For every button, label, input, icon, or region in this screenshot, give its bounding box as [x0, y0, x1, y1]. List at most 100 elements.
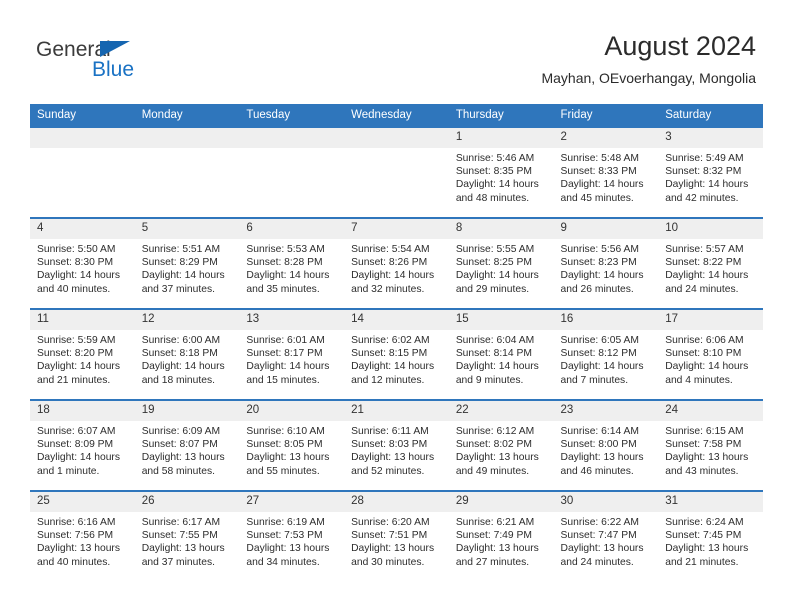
day-details	[135, 148, 240, 152]
sunrise-text: Sunrise: 6:15 AM	[665, 426, 744, 437]
calendar-day-cell[interactable]: 28 Sunrise: 6:20 AM Sunset: 7:51 PM Dayligh…	[344, 490, 449, 581]
weekday-header-row: Sunday Monday Tuesday Wednesday Thursday Frid…	[30, 104, 763, 127]
sunset-text: Sunset: 8:14 PM	[455, 348, 532, 360]
calendar-day-cell[interactable]: 23 Sunrise: 6:14 AM Sunset: 8:00 PM Dayligh…	[553, 399, 659, 491]
daylight-text-cont: and 12 minutes.	[351, 374, 425, 386]
calendar-day-cell[interactable]: 4 Sunrise: 5:50 AM Sunset: 8:30 PM Daylight…	[30, 217, 135, 309]
day-cell-inner: 6 Sunrise: 5:53 AM Sunset: 8:28 PM Daylight…	[239, 219, 345, 306]
day-cell-inner: 14 Sunrise: 6:02 AM Sunset: 8:15 PM Dayligh…	[344, 310, 449, 397]
calendar-day-cell[interactable]: 29 Sunrise: 6:21 AM Sunset: 7:49 PM Dayligh…	[448, 490, 554, 581]
day-details: Sunrise: 6:07 AM Sunset: 8:09 PM Daylight:…	[30, 421, 135, 478]
sunset-text: Sunset: 7:47 PM	[560, 530, 637, 542]
calendar-empty-cell	[30, 126, 135, 218]
day-details: Sunrise: 6:22 AM Sunset: 7:47 PM Daylight:…	[554, 512, 659, 569]
calendar-day-cell[interactable]: 6 Sunrise: 5:53 AM Sunset: 8:28 PM Daylight…	[239, 217, 345, 309]
day-number	[30, 128, 135, 148]
day-details: Sunrise: 5:55 AM Sunset: 8:25 PM Daylight:…	[449, 239, 554, 296]
day-cell-inner: 2 Sunrise: 5:48 AM Sunset: 8:33 PM Daylight…	[553, 128, 659, 215]
calendar-day-cell[interactable]: 9 Sunrise: 5:56 AM Sunset: 8:23 PM Daylight…	[553, 217, 659, 309]
day-cell-inner: 31 Sunrise: 6:24 AM Sunset: 7:45 PM Dayligh…	[658, 492, 763, 579]
daylight-text-cont: and 55 minutes.	[246, 465, 320, 477]
daylight-text-cont: and 52 minutes.	[351, 465, 425, 477]
day-number: 26	[134, 492, 240, 512]
day-number: 2	[553, 128, 659, 148]
day-details: Sunrise: 6:19 AM Sunset: 7:53 PM Daylight:…	[239, 512, 344, 569]
daylight-text: Daylight: 14 hours	[455, 270, 539, 282]
daylight-text: Daylight: 14 hours	[351, 361, 435, 373]
day-cell-inner: 17 Sunrise: 6:06 AM Sunset: 8:10 PM Dayligh…	[658, 310, 763, 397]
calendar-day-cell[interactable]: 30 Sunrise: 6:22 AM Sunset: 7:47 PM Dayligh…	[553, 490, 659, 581]
calendar-day-cell[interactable]: 15 Sunrise: 6:04 AM Sunset: 8:14 PM Dayligh…	[448, 308, 554, 400]
calendar-day-cell[interactable]: 3 Sunrise: 5:49 AM Sunset: 8:32 PM Daylight…	[658, 126, 763, 218]
weekday-header-saturday: Saturday	[658, 104, 763, 127]
sunset-text: Sunset: 7:53 PM	[246, 530, 323, 542]
day-details: Sunrise: 6:01 AM Sunset: 8:17 PM Daylight:…	[239, 330, 344, 387]
calendar-day-cell[interactable]: 21 Sunrise: 6:11 AM Sunset: 8:03 PM Dayligh…	[344, 399, 449, 491]
daylight-text-cont: and 24 minutes.	[560, 556, 634, 568]
daylight-text: Daylight: 14 hours	[246, 361, 330, 373]
calendar-day-cell[interactable]: 16 Sunrise: 6:05 AM Sunset: 8:12 PM Dayligh…	[553, 308, 659, 400]
day-details: Sunrise: 6:06 AM Sunset: 8:10 PM Daylight:…	[658, 330, 763, 387]
calendar-day-cell[interactable]: 20 Sunrise: 6:10 AM Sunset: 8:05 PM Dayligh…	[239, 399, 345, 491]
daylight-text-cont: and 35 minutes.	[246, 283, 320, 295]
calendar-day-cell[interactable]: 17 Sunrise: 6:06 AM Sunset: 8:10 PM Dayligh…	[658, 308, 763, 400]
daylight-text: Daylight: 13 hours	[351, 543, 435, 555]
day-cell-inner: 3 Sunrise: 5:49 AM Sunset: 8:32 PM Daylight…	[658, 128, 763, 215]
calendar-day-cell[interactable]: 5 Sunrise: 5:51 AM Sunset: 8:29 PM Daylight…	[134, 217, 240, 309]
daylight-text-cont: and 42 minutes.	[665, 192, 739, 204]
sunrise-text: Sunrise: 6:01 AM	[246, 335, 325, 346]
day-number: 30	[553, 492, 659, 512]
calendar-day-cell[interactable]: 18 Sunrise: 6:07 AM Sunset: 8:09 PM Dayligh…	[30, 399, 135, 491]
calendar-day-cell[interactable]: 11 Sunrise: 5:59 AM Sunset: 8:20 PM Dayligh…	[30, 308, 135, 400]
sunrise-text: Sunrise: 6:05 AM	[560, 335, 639, 346]
sunset-text: Sunset: 8:28 PM	[246, 257, 323, 269]
day-number	[239, 128, 345, 148]
day-number: 8	[448, 219, 554, 239]
daylight-text: Daylight: 14 hours	[665, 179, 749, 191]
day-cell-inner: 30 Sunrise: 6:22 AM Sunset: 7:47 PM Dayligh…	[553, 492, 659, 579]
daylight-text: Daylight: 14 hours	[246, 270, 330, 282]
day-details	[344, 148, 449, 152]
sunrise-text: Sunrise: 6:20 AM	[351, 517, 430, 528]
calendar-day-cell[interactable]: 10 Sunrise: 5:57 AM Sunset: 8:22 PM Dayligh…	[658, 217, 763, 309]
calendar-day-cell[interactable]: 19 Sunrise: 6:09 AM Sunset: 8:07 PM Dayligh…	[134, 399, 240, 491]
daylight-text: Daylight: 14 hours	[560, 179, 644, 191]
weekday-header-wednesday: Wednesday	[344, 104, 449, 127]
calendar-day-cell[interactable]: 1 Sunrise: 5:46 AM Sunset: 8:35 PM Daylight…	[448, 126, 554, 218]
calendar-day-cell[interactable]: 8 Sunrise: 5:55 AM Sunset: 8:25 PM Daylight…	[448, 217, 554, 309]
day-cell-inner: 15 Sunrise: 6:04 AM Sunset: 8:14 PM Dayligh…	[448, 310, 554, 397]
calendar-day-cell[interactable]: 31 Sunrise: 6:24 AM Sunset: 7:45 PM Dayligh…	[658, 490, 763, 581]
daylight-text-cont: and 40 minutes.	[37, 283, 111, 295]
sunset-text: Sunset: 7:51 PM	[351, 530, 428, 542]
day-number: 6	[239, 219, 345, 239]
daylight-text-cont: and 30 minutes.	[351, 556, 425, 568]
day-cell-inner: 8 Sunrise: 5:55 AM Sunset: 8:25 PM Daylight…	[448, 219, 554, 306]
calendar-day-cell[interactable]: 22 Sunrise: 6:12 AM Sunset: 8:02 PM Dayligh…	[448, 399, 554, 491]
day-details: Sunrise: 5:48 AM Sunset: 8:33 PM Daylight:…	[554, 148, 659, 205]
sunset-text: Sunset: 8:00 PM	[560, 439, 637, 451]
day-cell-inner: 11 Sunrise: 5:59 AM Sunset: 8:20 PM Dayligh…	[30, 310, 135, 397]
daylight-text: Daylight: 13 hours	[246, 452, 330, 464]
day-cell-inner: 28 Sunrise: 6:20 AM Sunset: 7:51 PM Dayligh…	[344, 492, 449, 579]
calendar-day-cell[interactable]: 7 Sunrise: 5:54 AM Sunset: 8:26 PM Daylight…	[344, 217, 449, 309]
calendar-day-cell[interactable]: 13 Sunrise: 6:01 AM Sunset: 8:17 PM Dayligh…	[239, 308, 345, 400]
calendar-day-cell[interactable]: 26 Sunrise: 6:17 AM Sunset: 7:55 PM Dayligh…	[134, 490, 240, 581]
day-cell-inner	[134, 128, 240, 215]
daylight-text-cont: and 34 minutes.	[246, 556, 320, 568]
weekday-header-friday: Friday	[553, 104, 659, 127]
day-number: 25	[30, 492, 135, 512]
day-cell-inner: 9 Sunrise: 5:56 AM Sunset: 8:23 PM Daylight…	[553, 219, 659, 306]
calendar-day-cell[interactable]: 2 Sunrise: 5:48 AM Sunset: 8:33 PM Daylight…	[553, 126, 659, 218]
calendar-day-cell[interactable]: 24 Sunrise: 6:15 AM Sunset: 7:58 PM Dayligh…	[658, 399, 763, 491]
calendar-day-cell[interactable]: 12 Sunrise: 6:00 AM Sunset: 8:18 PM Dayligh…	[134, 308, 240, 400]
daylight-text: Daylight: 14 hours	[141, 361, 225, 373]
sunset-text: Sunset: 8:09 PM	[37, 439, 114, 451]
day-number: 15	[448, 310, 554, 330]
day-number	[134, 128, 240, 148]
calendar-day-cell[interactable]: 14 Sunrise: 6:02 AM Sunset: 8:15 PM Dayligh…	[344, 308, 449, 400]
calendar-day-cell[interactable]: 25 Sunrise: 6:16 AM Sunset: 7:56 PM Dayligh…	[30, 490, 135, 581]
day-details: Sunrise: 6:20 AM Sunset: 7:51 PM Daylight:…	[344, 512, 449, 569]
sunrise-text: Sunrise: 6:07 AM	[37, 426, 116, 437]
calendar-page: General Blue August 2024 Mayhan, OEvoerh…	[0, 0, 792, 612]
calendar-day-cell[interactable]: 27 Sunrise: 6:19 AM Sunset: 7:53 PM Dayligh…	[239, 490, 345, 581]
